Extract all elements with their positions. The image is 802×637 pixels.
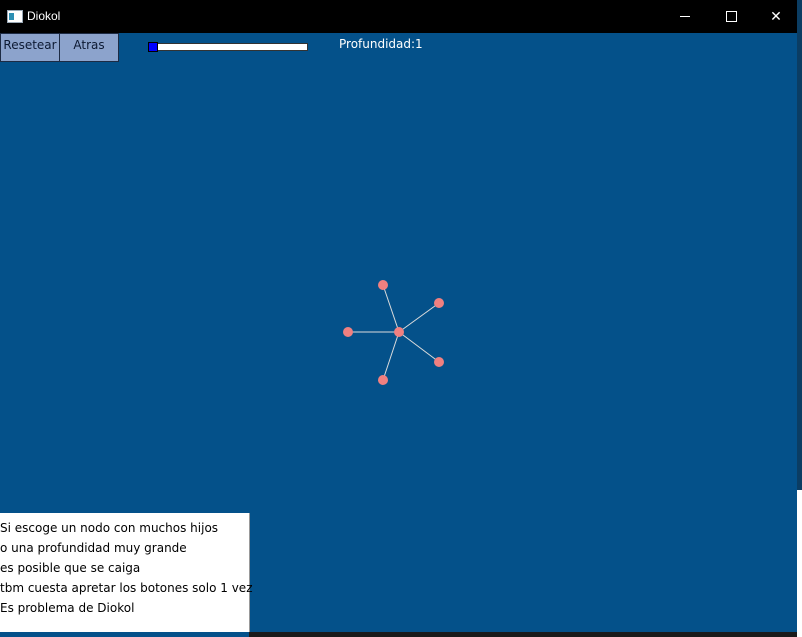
edge	[398, 302, 440, 333]
background-strip	[249, 632, 797, 637]
warning-notice: Si escoge un nodo con muchos hijos o una…	[0, 513, 253, 632]
app-window: Diokol ✕ Resetear Atras Profundidad:1 Si…	[0, 0, 797, 637]
center-node[interactable]	[394, 327, 404, 337]
notice-line: tbm cuesta apretar los botones solo 1 ve…	[0, 581, 253, 595]
notice-line: es posible que se caiga	[0, 561, 141, 575]
edge	[398, 331, 440, 363]
edge	[382, 331, 400, 381]
desktop-edge-dark	[797, 0, 802, 490]
child-node-5[interactable]	[378, 375, 388, 385]
child-node-2[interactable]	[434, 298, 444, 308]
notice-line: o una profundidad muy grande	[0, 541, 187, 555]
child-node-4[interactable]	[434, 357, 444, 367]
child-node-1[interactable]	[378, 280, 388, 290]
notice-line: Es problema de Diokol	[0, 601, 135, 615]
desktop-edge	[797, 0, 802, 637]
notice-line: Si escoge un nodo con muchos hijos	[0, 521, 219, 535]
edge	[382, 284, 400, 333]
child-node-3[interactable]	[343, 327, 353, 337]
